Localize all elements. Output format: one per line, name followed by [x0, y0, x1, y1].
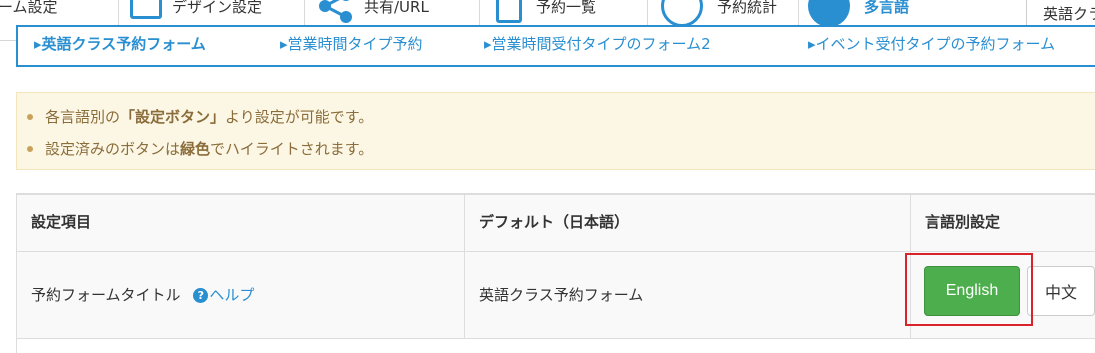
caret-right-icon: ▸ [280, 35, 288, 53]
toolbar-item-label: デザイン設定 [172, 0, 263, 16]
design-frame-icon [130, 0, 162, 19]
english-settings-button[interactable]: English [924, 266, 1020, 316]
notice-item: 設定済みのボタンは緑色でハイライトされます。 [26, 140, 374, 158]
share-icon [319, 0, 352, 23]
form-tab-english-class[interactable]: ▸英語クラス予約フォーム [34, 33, 206, 54]
toolbar-item-label: 予約統計 [717, 0, 778, 16]
column-header-language: 言語別設定 [925, 213, 1001, 231]
form-select-value: 英語クラス予約フォーム [1043, 5, 1095, 23]
notice-item: 各言語別の「設定ボタン」より設定が可能です。 [26, 108, 374, 126]
toolbar-item-form-settings[interactable]: ーム設定 [0, 0, 58, 26]
info-notice: 各言語別の「設定ボタン」より設定が可能です。 設定済みのボタンは緑色でハイライト… [16, 92, 1095, 170]
chinese-settings-button[interactable]: 中文 [1027, 266, 1095, 316]
form-tab-label: 英語クラス予約フォーム [41, 35, 206, 53]
toolbar-item-reservation-stats[interactable]: 予約統計 [661, 0, 778, 27]
toolbar-item-label: 共有/URL [364, 0, 429, 16]
toolbar-item-share-url[interactable]: 共有/URL [318, 0, 429, 26]
pie-chart-icon [661, 0, 703, 27]
question-circle-icon: ? [193, 288, 209, 303]
form-tab-business-hours[interactable]: ▸営業時間タイプ予約 [280, 33, 423, 54]
toolbar-item-label: 多言語 [864, 0, 910, 16]
form-tab-business-hours-2[interactable]: ▸営業時間受付タイプのフォーム2 [484, 33, 711, 54]
form-tab-label: 営業時間タイプ予約 [287, 35, 423, 53]
default-value-text: 英語クラス予約フォーム [479, 286, 644, 304]
toolbar-item-reservation-list[interactable]: 予約一覧 [496, 0, 596, 26]
caret-right-icon: ▸ [484, 35, 492, 53]
toolbar-item-design-settings[interactable]: デザイン設定 [130, 0, 262, 26]
toolbar-item-label: ーム設定 [0, 0, 58, 16]
form-tab-event[interactable]: ▸イベント受付タイプの予約フォーム [808, 33, 1055, 54]
cell-default-value: 英語クラス予約フォーム [465, 252, 911, 338]
toolbar-item-multilingual[interactable]: 多言語 [808, 0, 910, 27]
caret-right-icon: ▸ [808, 35, 816, 53]
toolbar-item-label: 予約一覧 [536, 0, 597, 16]
form-tabs: ▸英語クラス予約フォーム ▸営業時間タイプ予約 ▸営業時間受付タイプのフォーム2… [16, 25, 1095, 67]
help-link[interactable]: ? ヘルプ [193, 286, 254, 304]
caret-right-icon: ▸ [34, 35, 42, 53]
column-header-default: デフォルト（日本語） [465, 195, 911, 251]
cell-setting-item: 予約フォームタイトル ? ヘルプ [17, 252, 465, 338]
column-header-item: 設定項目 [17, 195, 465, 251]
document-list-icon [496, 0, 522, 23]
form-tab-label: 営業時間受付タイプのフォーム2 [491, 35, 711, 53]
table-header-row: 設定項目 デフォルト（日本語） 言語別設定 [17, 195, 1095, 252]
gear-icon [808, 0, 850, 27]
form-tab-label: イベント受付タイプの予約フォーム [815, 35, 1056, 53]
setting-item-label: 予約フォームタイトル [31, 286, 181, 304]
